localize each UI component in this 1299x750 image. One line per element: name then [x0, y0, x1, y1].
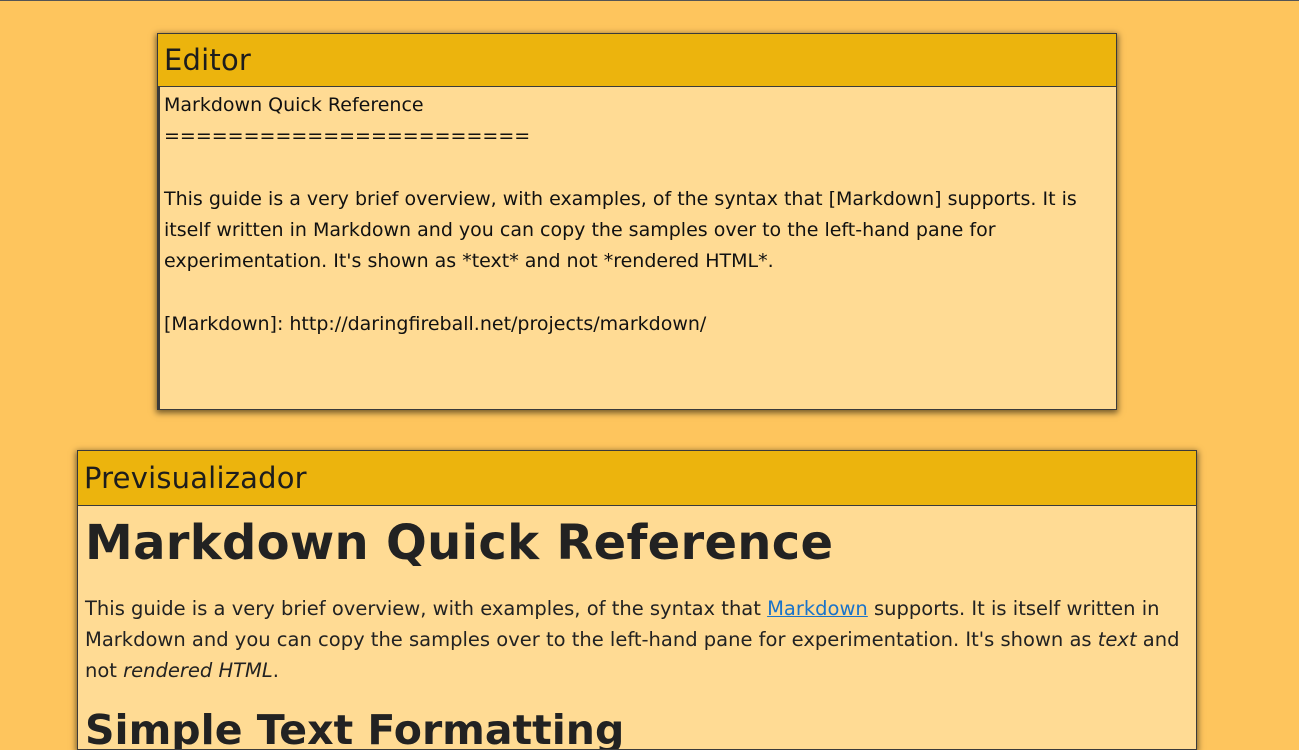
editor-title: Editor [158, 34, 1116, 87]
editor-textarea[interactable]: Markdown Quick Reference ===============… [158, 87, 1116, 409]
emphasis-rendered-html: rendered HTML [123, 659, 273, 682]
markdown-link[interactable]: Markdown [767, 597, 868, 620]
preview-title: Previsualizador [78, 451, 1196, 506]
preview-subheading: Simple Text Formatting [85, 706, 625, 750]
preview-panel: Previsualizador Markdown Quick Reference… [77, 450, 1197, 750]
editor-panel: Editor Markdown Quick Reference ========… [157, 33, 1117, 410]
paragraph-text-start: This guide is a very brief overview, wit… [85, 597, 768, 620]
preview-heading: Markdown Quick Reference [85, 515, 834, 571]
paragraph-text-end: . [272, 659, 279, 682]
emphasis-text: text [1097, 628, 1137, 651]
preview-content: Markdown Quick Reference This guide is a… [78, 506, 1196, 750]
top-border [0, 0, 1299, 1]
preview-paragraph: This guide is a very brief overview, wit… [85, 593, 1189, 686]
